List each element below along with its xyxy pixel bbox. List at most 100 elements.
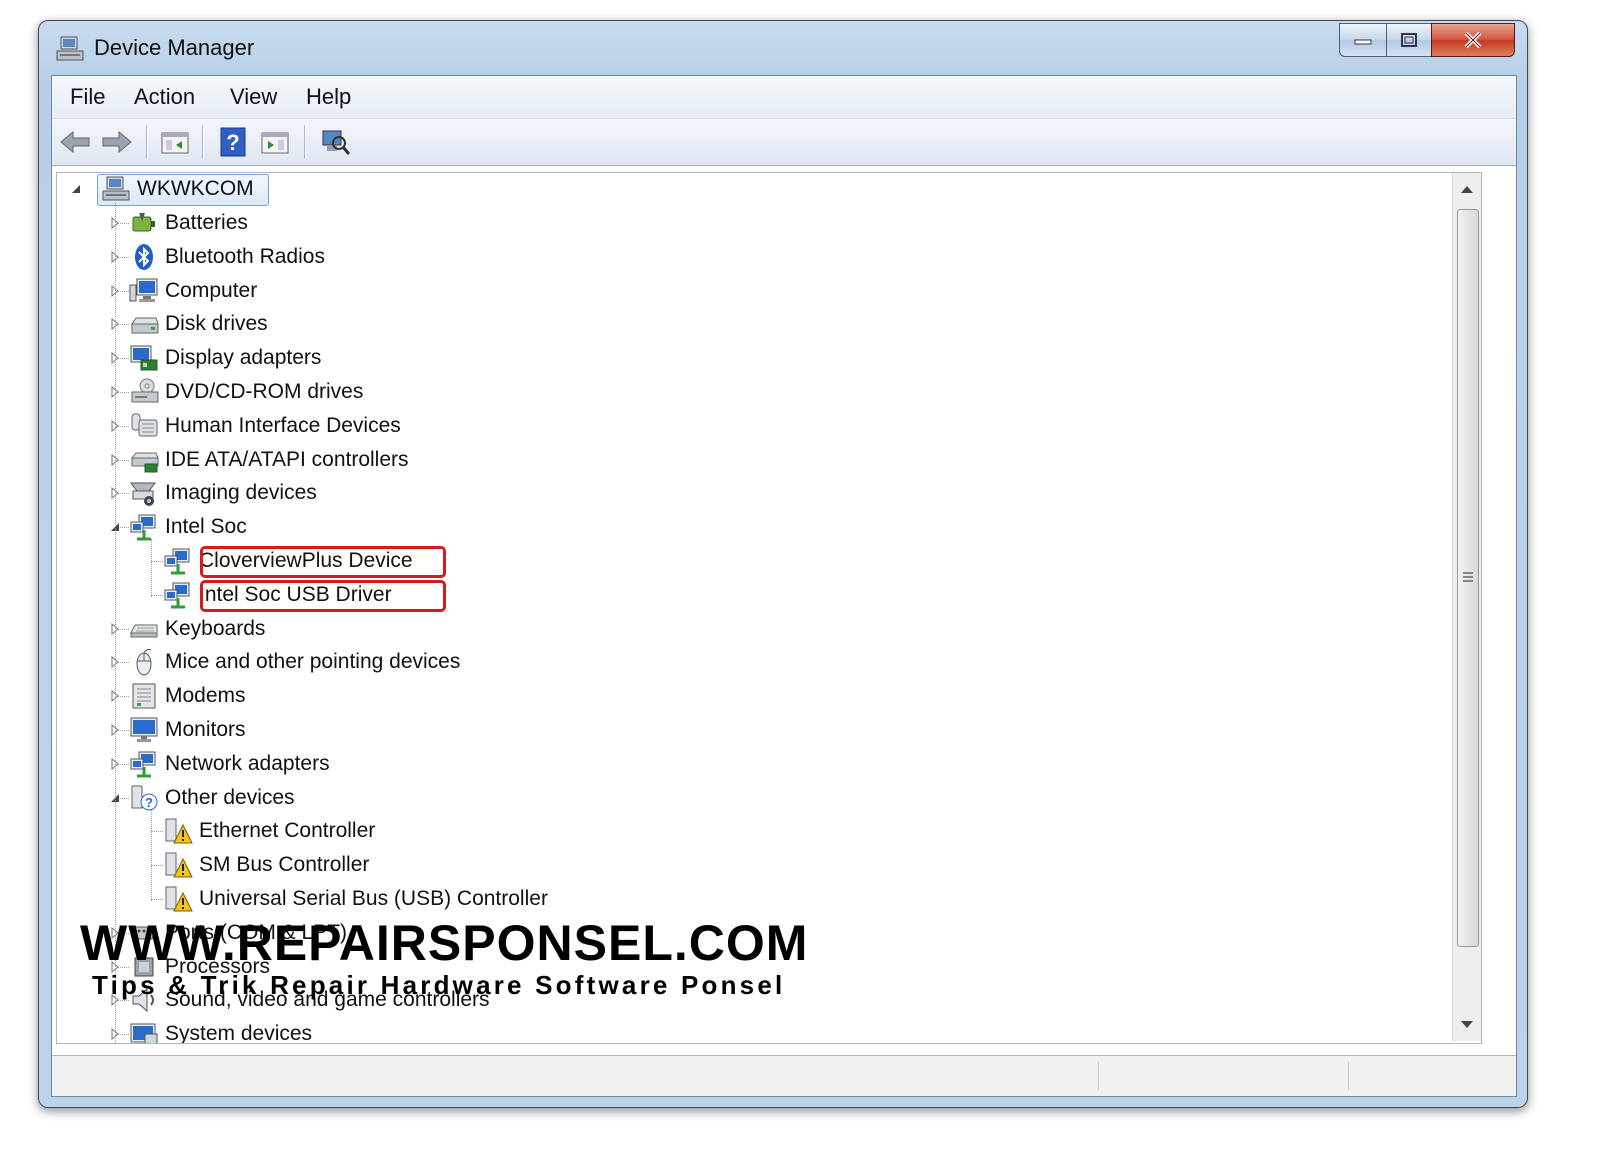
status-bar <box>52 1055 1516 1096</box>
scroll-up-icon[interactable] <box>1453 173 1481 203</box>
scan-hardware-icon[interactable] <box>318 125 352 159</box>
device-manager-app-icon <box>55 35 85 63</box>
red-highlight-box <box>200 579 446 612</box>
help-icon[interactable]: ? <box>216 125 250 159</box>
tree-item-human-interface-devices[interactable]: Human Interface Devices <box>129 410 401 442</box>
tree-item-label: Other devices <box>165 785 295 809</box>
disk-drive-icon <box>129 310 159 338</box>
tree-item-label: Imaging devices <box>165 481 317 505</box>
tree-item-computer[interactable]: Computer <box>129 275 257 307</box>
tree-item-system-devices[interactable]: System devices <box>129 1018 313 1044</box>
bluetooth-icon <box>129 243 159 271</box>
tree-connector-line <box>151 561 163 562</box>
system-device-icon <box>129 1020 159 1043</box>
back-icon[interactable] <box>58 125 92 159</box>
forward-icon[interactable] <box>100 125 134 159</box>
tree-item-label: Network adapters <box>165 751 330 775</box>
tree-item-ethernet-controller[interactable]: Ethernet Controller <box>163 815 375 847</box>
tree-item-label: IDE ATA/ATAPI controllers <box>165 447 409 471</box>
tree-item-other-devices[interactable]: ? Other devices <box>129 782 295 814</box>
tree-item-keyboards[interactable]: Keyboards <box>129 613 265 645</box>
tree-connector-line <box>151 809 152 901</box>
restore-button[interactable] <box>1386 23 1431 57</box>
minimize-icon <box>1354 39 1372 45</box>
scroll-down-icon[interactable] <box>1453 1011 1481 1041</box>
imaging-device-icon <box>129 479 159 507</box>
keyboard-icon <box>129 615 159 643</box>
tree-item-label: Disk drives <box>165 312 268 336</box>
scrollbar-thumb[interactable] <box>1457 209 1479 947</box>
tree-item-label: Bluetooth Radios <box>165 244 325 268</box>
unknown-device-icon: ? <box>129 784 159 812</box>
tree-root-node[interactable]: WKWKCOM <box>101 173 254 205</box>
expanded-arrow-icon <box>72 185 80 193</box>
tree-item-mice-and-other-pointing-devices[interactable]: Mice and other pointing devices <box>129 646 460 678</box>
tree-item-label: Display adapters <box>165 346 322 370</box>
display-adapter-icon <box>129 344 159 372</box>
warning-device-icon <box>163 851 193 879</box>
tree-item-display-adapters[interactable]: Display adapters <box>129 342 321 374</box>
tree-item-label: Ethernet Controller <box>199 819 376 843</box>
tree-item-label: Batteries <box>165 211 248 234</box>
modem-icon <box>129 682 159 710</box>
properties-icon[interactable] <box>258 125 292 159</box>
toolbar: ? <box>52 119 1516 166</box>
tree-item-label: SM Bus Controller <box>199 853 370 877</box>
tree-item-dvd-cd-rom-drives[interactable]: DVD/CD-ROM drives <box>129 376 363 408</box>
svg-text:?: ? <box>145 795 153 810</box>
root-label: WKWKCOM <box>137 177 254 200</box>
close-button[interactable] <box>1431 23 1515 57</box>
menu-help[interactable]: Help <box>306 84 351 110</box>
warning-device-icon <box>163 817 193 845</box>
tree-connector-line <box>151 899 163 900</box>
tree-item-label: Keyboards <box>165 616 266 640</box>
menu-action[interactable]: Action <box>134 84 195 110</box>
hid-icon <box>129 412 159 440</box>
tree-item-label: Mice and other pointing devices <box>165 650 461 674</box>
tree-item-universal-serial-bus-usb-controller[interactable]: Universal Serial Bus (USB) Controller <box>163 883 548 915</box>
tree-item-batteries[interactable]: Batteries <box>129 207 248 239</box>
tree-item-label: Modems <box>165 684 246 708</box>
tree-item-bluetooth-radios[interactable]: Bluetooth Radios <box>129 241 325 273</box>
window-title: Device Manager <box>94 35 255 60</box>
red-highlight-box <box>200 546 446 578</box>
battery-icon <box>129 209 159 237</box>
root-expander[interactable] <box>69 182 83 196</box>
tree-item-intel-soc[interactable]: Intel Soc <box>129 511 247 543</box>
svg-text:?: ? <box>226 130 239 155</box>
computer-icon <box>129 277 159 305</box>
tree-item-network-adapters[interactable]: Network adapters <box>129 748 330 780</box>
title-bar[interactable]: Device Manager <box>39 21 1527 77</box>
dvd-drive-icon <box>129 378 159 406</box>
mouse-icon <box>129 648 159 676</box>
grip-icon <box>1463 572 1473 582</box>
tree-item-monitors[interactable]: Monitors <box>129 714 246 746</box>
network-device-icon <box>129 513 159 541</box>
menu-view[interactable]: View <box>230 84 277 110</box>
network-device-icon <box>129 750 159 778</box>
tree-item-ide-ata-atapi-controllers[interactable]: IDE ATA/ATAPI controllers <box>129 444 409 476</box>
status-panel <box>1348 1062 1509 1090</box>
tree-item-label: Intel Soc <box>165 515 247 539</box>
watermark-subtitle: Tips & Trik Repair Hardware Software Pon… <box>92 970 786 1000</box>
tree-item-label: System devices <box>165 1022 313 1044</box>
tree-connector-line <box>151 594 163 596</box>
warning-device-icon <box>163 885 193 913</box>
network-device-icon <box>163 581 193 609</box>
tree-item-disk-drives[interactable]: Disk drives <box>129 308 268 340</box>
menu-file[interactable]: File <box>70 84 105 110</box>
network-device-icon <box>163 547 193 575</box>
tree-item-label: Human Interface Devices <box>165 413 401 437</box>
tree-item-sm-bus-controller[interactable]: SM Bus Controller <box>163 849 369 881</box>
vertical-scrollbar[interactable] <box>1452 173 1481 1041</box>
menu-bar: File Action View Help <box>52 76 1516 119</box>
minimize-button[interactable] <box>1339 23 1386 57</box>
computer-root-icon <box>101 175 131 203</box>
tree-connector-line <box>151 865 163 867</box>
tree-connector-line <box>151 539 152 597</box>
tree-item-imaging-devices[interactable]: Imaging devices <box>129 477 317 509</box>
show-hide-console-tree-icon[interactable] <box>158 125 192 159</box>
tree-item-label: Computer <box>165 278 258 302</box>
tree-item-label: Universal Serial Bus (USB) Controller <box>199 887 548 910</box>
tree-item-modems[interactable]: Modems <box>129 680 246 712</box>
